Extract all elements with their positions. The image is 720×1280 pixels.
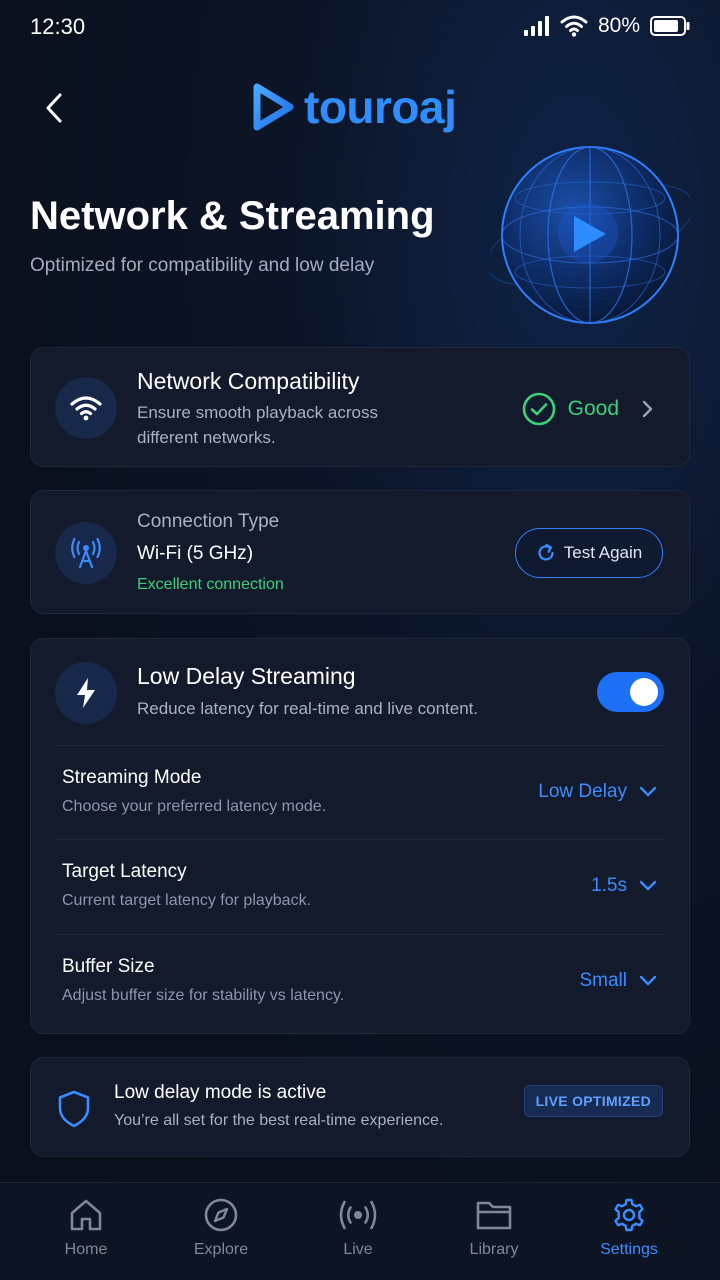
streaming-mode-value: Low Delay <box>538 781 627 802</box>
target-latency-row[interactable]: Target Latency Current target latency fo… <box>31 839 689 934</box>
streaming-mode-select[interactable]: Low Delay <box>538 781 657 803</box>
buffer-size-desc: Adjust buffer size for stability vs late… <box>62 987 345 1004</box>
nav-library-label: Library <box>469 1241 519 1258</box>
antenna-icon <box>71 537 101 569</box>
globe-illustration <box>490 146 690 324</box>
app-screen: 12:30 80% touroaj Network & Streaming Op… <box>0 0 720 1280</box>
network-status-text: Good <box>567 397 619 420</box>
bolt-icon-circle <box>55 662 117 724</box>
app-logo: touroaj <box>252 80 457 134</box>
streaming-mode-desc: Choose your preferred latency mode. <box>62 798 327 815</box>
nav-settings[interactable]: Settings <box>574 1197 684 1273</box>
network-compatibility-card[interactable]: Network Compatibility Ensure smooth play… <box>30 347 690 467</box>
status-bar: 12:30 80% <box>0 0 720 54</box>
broadcast-icon <box>339 1200 377 1230</box>
bottom-nav: Home Explore Live Library Settings <box>0 1182 720 1280</box>
gear-icon <box>614 1198 644 1232</box>
nav-home[interactable]: Home <box>31 1197 141 1273</box>
low-delay-status-card: Low delay mode is active You’re all set … <box>30 1057 690 1157</box>
low-delay-card: Low Delay Streaming Reduce latency for r… <box>30 638 690 1034</box>
status-icons: 80% <box>523 14 690 38</box>
test-again-button[interactable]: Test Again <box>515 528 663 578</box>
status-time: 12:30 <box>30 14 86 39</box>
back-button[interactable] <box>32 86 76 130</box>
target-latency-title: Target Latency <box>62 861 187 882</box>
page-subtitle: Optimized for compatibility and low dela… <box>30 255 375 276</box>
chevron-down-icon <box>639 975 657 986</box>
home-icon <box>70 1199 102 1231</box>
signal-icon <box>523 16 549 36</box>
connection-type-value: Wi-Fi (5 GHz) <box>137 543 254 564</box>
low-delay-title: Low Delay Streaming <box>137 663 356 689</box>
shield-icon <box>58 1090 90 1128</box>
nav-live[interactable]: Live <box>303 1197 413 1273</box>
check-circle-icon <box>522 392 555 426</box>
target-latency-select[interactable]: 1.5s <box>591 875 657 897</box>
live-optimized-badge: LIVE OPTIMIZED <box>523 1085 663 1117</box>
target-latency-desc: Current target latency for playback. <box>62 892 312 909</box>
buffer-size-select[interactable]: Small <box>579 970 657 992</box>
network-compat-desc-line1: Ensure smooth playback across <box>137 403 378 422</box>
connection-type-label: Connection Type <box>137 511 280 532</box>
streaming-mode-row[interactable]: Streaming Mode Choose your preferred lat… <box>31 745 689 840</box>
antenna-icon-circle <box>55 522 117 584</box>
nav-explore[interactable]: Explore <box>166 1197 276 1273</box>
low-delay-desc: Reduce latency for real-time and live co… <box>137 699 479 718</box>
buffer-size-title: Buffer Size <box>62 956 155 977</box>
streaming-mode-title: Streaming Mode <box>62 767 202 788</box>
connection-quality: Excellent connection <box>137 576 284 593</box>
divider <box>55 839 665 840</box>
chevron-down-icon <box>639 786 657 797</box>
page-title: Network & Streaming <box>30 194 435 238</box>
lightning-icon <box>77 678 95 708</box>
chevron-right-icon <box>642 400 653 418</box>
network-compat-title: Network Compatibility <box>137 368 360 394</box>
chevron-left-icon <box>46 93 62 123</box>
low-delay-toggle[interactable] <box>597 672 664 712</box>
nav-explore-label: Explore <box>193 1241 249 1258</box>
wifi-icon <box>70 396 102 421</box>
divider <box>55 745 665 746</box>
logo-text: touroaj <box>304 81 457 133</box>
battery-percent: 80% <box>597 14 640 37</box>
status-card-desc: You’re all set for the best real-time ex… <box>114 1112 444 1129</box>
network-status[interactable]: Good <box>522 392 655 426</box>
play-logo-icon <box>253 83 294 131</box>
folder-icon <box>476 1201 512 1230</box>
nav-settings-label: Settings <box>600 1241 658 1258</box>
battery-icon <box>650 16 690 36</box>
buffer-size-row[interactable]: Buffer Size Adjust buffer size for stabi… <box>31 934 689 1029</box>
target-latency-value: 1.5s <box>591 875 627 896</box>
buffer-size-value: Small <box>579 970 627 991</box>
connection-type-card: Connection Type Wi-Fi (5 GHz) Excellent … <box>30 490 690 614</box>
compass-icon <box>204 1198 238 1232</box>
divider <box>55 934 665 935</box>
toggle-knob <box>630 678 658 706</box>
network-compat-desc-line2: different networks. <box>137 428 276 447</box>
wifi-icon-circle <box>55 377 117 439</box>
network-compat-desc: Ensure smooth playback across different … <box>137 400 378 450</box>
nav-home-label: Home <box>64 1241 108 1258</box>
wifi-status-icon <box>560 15 588 37</box>
chevron-down-icon <box>639 880 657 891</box>
status-card-title: Low delay mode is active <box>114 1082 327 1103</box>
nav-live-label: Live <box>343 1241 373 1258</box>
refresh-icon <box>538 543 554 561</box>
nav-library[interactable]: Library <box>439 1197 549 1273</box>
test-again-label: Test Again <box>563 543 643 562</box>
